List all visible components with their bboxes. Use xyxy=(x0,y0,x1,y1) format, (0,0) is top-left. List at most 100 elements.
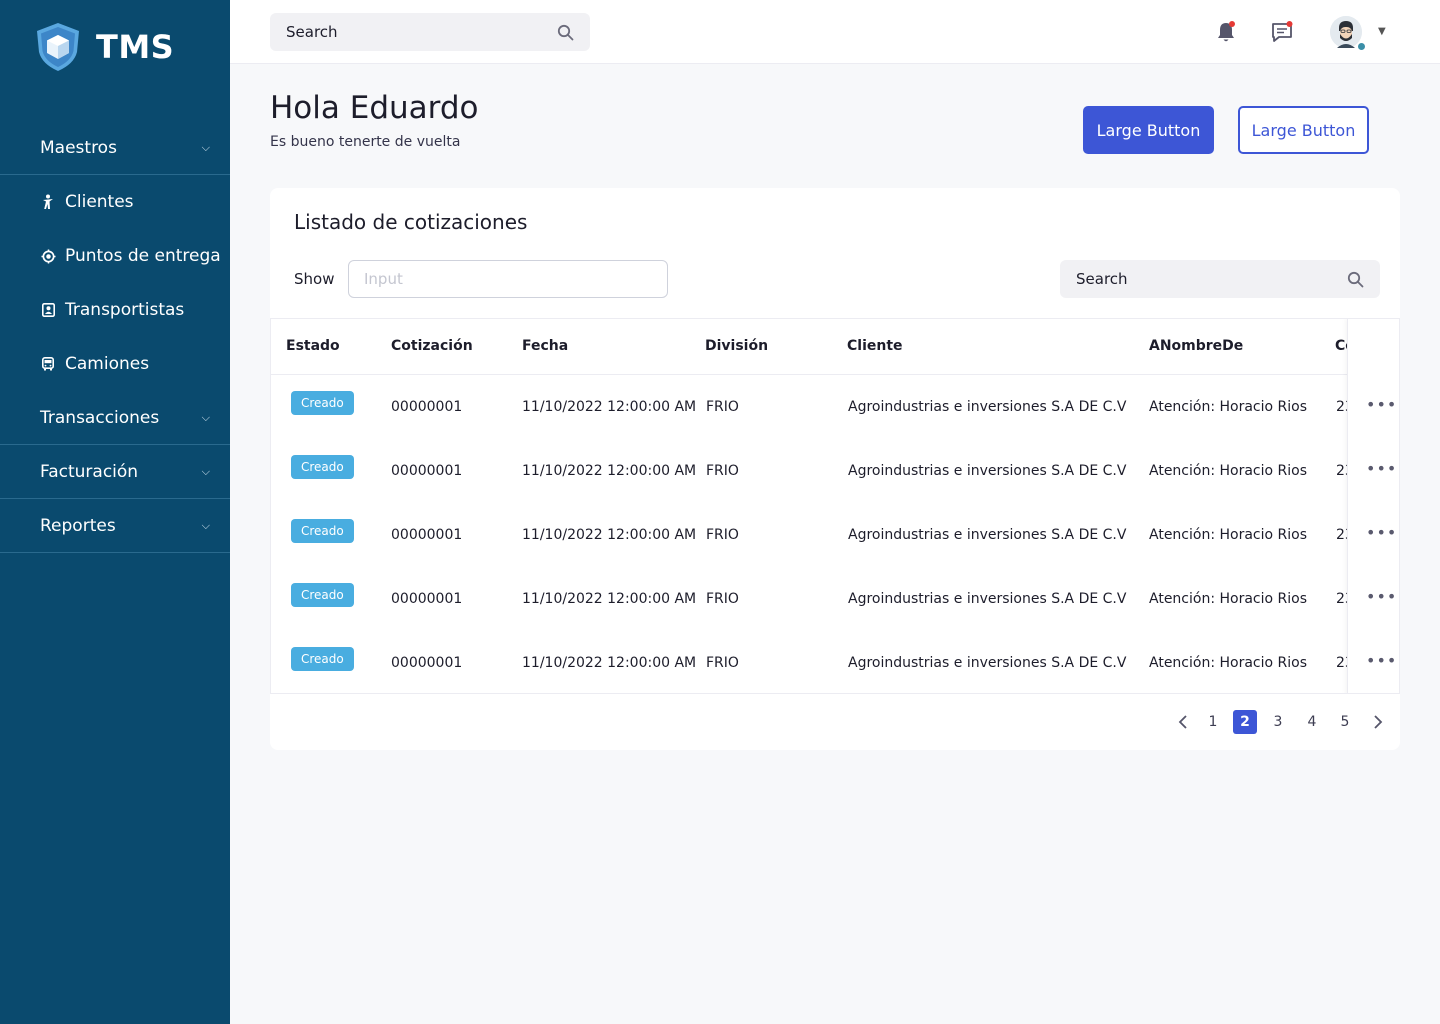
row-actions-column: ••• ••• ••• ••• ••• xyxy=(1347,319,1399,693)
brand-name: TMS xyxy=(96,28,175,66)
caret-down-icon[interactable]: ▼ xyxy=(1378,26,1386,37)
person-icon xyxy=(40,194,56,210)
chevron-down-icon: ⌵ xyxy=(201,140,210,154)
column-header-fecha[interactable]: Fecha xyxy=(522,338,568,354)
chevron-down-icon: ⌵ xyxy=(201,464,210,478)
cell-fecha: 11/10/2022 12:00:00 AM xyxy=(522,655,697,671)
pagination-prev-button[interactable] xyxy=(1171,710,1195,734)
sidebar-item-label: Maestros xyxy=(40,137,117,158)
sidebar-item-transportistas[interactable]: Transportistas xyxy=(0,283,230,337)
status-badge: Creado xyxy=(291,519,354,543)
cell-cotizacion: 00000001 xyxy=(391,399,463,415)
cell-cotizacion: 00000001 xyxy=(391,463,463,479)
cell-division: FRIO xyxy=(706,399,739,415)
table-row[interactable]: Creado 00000001 11/10/2022 12:00:00 AM F… xyxy=(271,439,1399,503)
chevron-down-icon: ⌵ xyxy=(201,410,210,424)
sidebar-item-label: Facturación xyxy=(40,461,139,482)
secondary-large-button[interactable]: Large Button xyxy=(1238,106,1369,154)
cell-anombrede: Atención: Horacio Rios xyxy=(1149,527,1308,543)
pagination-page-2-current[interactable]: 2 xyxy=(1233,710,1257,734)
id-badge-icon xyxy=(40,302,56,318)
sidebar-item-camiones[interactable]: Camiones xyxy=(0,337,230,391)
sidebar-item-reportes[interactable]: Reportes ⌵ xyxy=(0,499,230,553)
cell-anombrede: Atención: Horacio Rios xyxy=(1149,591,1308,607)
more-options-icon[interactable]: ••• xyxy=(1366,395,1397,414)
search-icon xyxy=(1347,271,1364,287)
table-header: Estado Cotización Fecha División Cliente… xyxy=(271,319,1399,375)
sidebar-item-label: Clientes xyxy=(65,192,134,212)
chat-icon xyxy=(1272,21,1293,42)
cell-cliente: Agroindustrias e inversiones S.A DE C.V xyxy=(848,591,1127,607)
show-input[interactable] xyxy=(348,260,668,298)
quotes-table: Estado Cotización Fecha División Cliente… xyxy=(270,318,1400,694)
brand-logo[interactable]: TMS xyxy=(34,22,174,72)
cell-anombrede: Atención: Horacio Rios xyxy=(1149,399,1308,415)
sidebar-item-label: Transacciones xyxy=(40,407,160,428)
cell-cotizacion: 00000001 xyxy=(391,591,463,607)
pagination-page-5[interactable]: 5 xyxy=(1333,710,1357,734)
column-header-cliente[interactable]: Cliente xyxy=(847,338,903,354)
bell-icon xyxy=(1218,21,1235,42)
sidebar-item-maestros[interactable]: Maestros ⌵ xyxy=(0,121,230,175)
notifications-button[interactable] xyxy=(1212,18,1240,46)
messages-button[interactable] xyxy=(1268,18,1296,46)
sidebar-item-transacciones[interactable]: Transacciones ⌵ xyxy=(0,391,230,445)
cell-division: FRIO xyxy=(706,655,739,671)
show-label: Show xyxy=(294,270,335,288)
sidebar: TMS Maestros ⌵ Clientes Puntos de entreg… xyxy=(0,0,230,1024)
pagination-page-3[interactable]: 3 xyxy=(1266,710,1290,734)
global-search-input[interactable]: Search xyxy=(270,13,590,51)
pagination-page-4[interactable]: 4 xyxy=(1300,710,1324,734)
table-row[interactable]: Creado 00000001 11/10/2022 12:00:00 AM F… xyxy=(271,567,1399,631)
page-subtitle: Es bueno tenerte de vuelta xyxy=(270,134,461,150)
cell-division: FRIO xyxy=(706,527,739,543)
location-target-icon xyxy=(40,248,56,264)
chevron-right-icon xyxy=(1374,715,1383,729)
cell-anombrede: Atención: Horacio Rios xyxy=(1149,463,1308,479)
page-title: Hola Eduardo xyxy=(270,90,479,126)
column-header-anombrede[interactable]: ANombreDe xyxy=(1149,338,1243,354)
sidebar-item-facturacion[interactable]: Facturación ⌵ xyxy=(0,445,230,499)
more-options-icon[interactable]: ••• xyxy=(1366,587,1397,606)
cell-anombrede: Atención: Horacio Rios xyxy=(1149,655,1308,671)
cell-fecha: 11/10/2022 12:00:00 AM xyxy=(522,591,697,607)
more-options-icon[interactable]: ••• xyxy=(1366,459,1397,478)
search-placeholder: Search xyxy=(286,23,338,41)
table-row[interactable]: Creado 00000001 11/10/2022 12:00:00 AM F… xyxy=(271,631,1399,693)
sidebar-item-label: Puntos de entrega xyxy=(65,246,221,266)
user-avatar[interactable] xyxy=(1330,16,1365,50)
column-header-estado[interactable]: Estado xyxy=(286,338,340,354)
table-row[interactable]: Creado 00000001 11/10/2022 12:00:00 AM F… xyxy=(271,375,1399,439)
sidebar-item-label: Transportistas xyxy=(65,300,185,320)
card-title: Listado de cotizaciones xyxy=(294,210,528,234)
column-header-cotizacion[interactable]: Cotización xyxy=(391,338,473,354)
cell-fecha: 11/10/2022 12:00:00 AM xyxy=(522,527,697,543)
primary-large-button[interactable]: Large Button xyxy=(1083,106,1214,154)
pagination-next-button[interactable] xyxy=(1366,710,1390,734)
table-row[interactable]: Creado 00000001 11/10/2022 12:00:00 AM F… xyxy=(271,503,1399,567)
cell-cotizacion: 00000001 xyxy=(391,655,463,671)
cell-fecha: 11/10/2022 12:00:00 AM xyxy=(522,399,697,415)
cell-cliente: Agroindustrias e inversiones S.A DE C.V xyxy=(848,399,1127,415)
cell-cliente: Agroindustrias e inversiones S.A DE C.V xyxy=(848,527,1127,543)
sidebar-item-label: Reportes xyxy=(40,515,116,536)
pagination-page-1[interactable]: 1 xyxy=(1201,710,1225,734)
online-status-dot xyxy=(1358,43,1365,50)
search-icon xyxy=(557,24,574,40)
status-badge: Creado xyxy=(291,647,354,671)
truck-icon xyxy=(40,356,56,372)
sidebar-item-clientes[interactable]: Clientes xyxy=(0,175,230,229)
column-header-division[interactable]: División xyxy=(705,338,768,354)
table-search-input[interactable]: Search xyxy=(1060,260,1380,298)
cell-cotizacion: 00000001 xyxy=(391,527,463,543)
sidebar-nav: Maestros ⌵ Clientes Puntos de entrega Tr… xyxy=(0,121,230,553)
more-options-icon[interactable]: ••• xyxy=(1366,651,1397,670)
chevron-left-icon xyxy=(1178,715,1187,729)
quotes-card: Listado de cotizaciones Show Search Esta… xyxy=(270,188,1400,750)
status-badge: Creado xyxy=(291,455,354,479)
cell-fecha: 11/10/2022 12:00:00 AM xyxy=(522,463,697,479)
cell-division: FRIO xyxy=(706,591,739,607)
more-options-icon[interactable]: ••• xyxy=(1366,523,1397,542)
sidebar-item-puntos-de-entrega[interactable]: Puntos de entrega xyxy=(0,229,230,283)
status-badge: Creado xyxy=(291,391,354,415)
